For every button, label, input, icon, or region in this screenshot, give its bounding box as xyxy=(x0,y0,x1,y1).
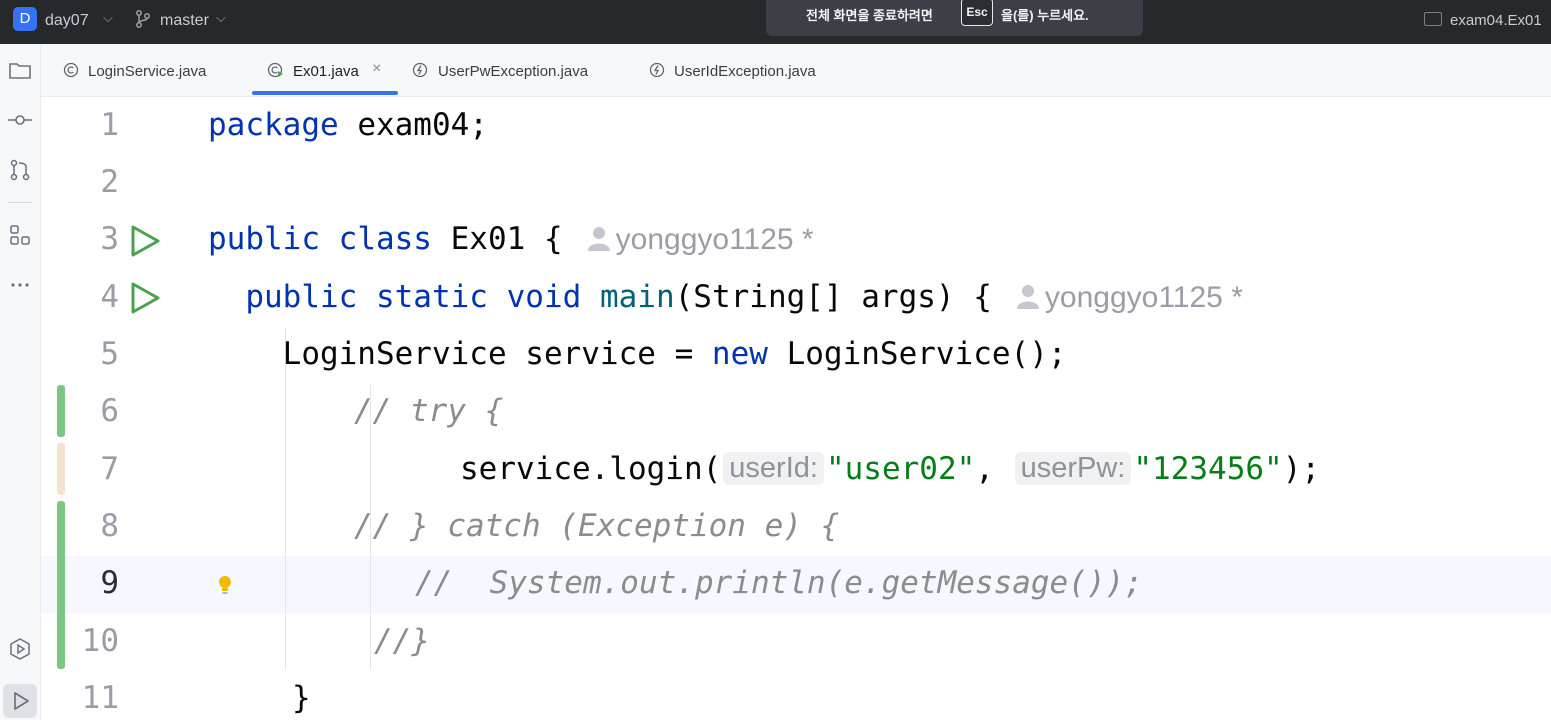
line-number: 1 xyxy=(100,107,119,143)
tab-user-pw-exception[interactable]: UserPwException.java xyxy=(412,44,622,96)
tab-login-service[interactable]: LoginService.java xyxy=(61,44,241,96)
run-icon[interactable] xyxy=(7,688,33,714)
line-number: 5 xyxy=(100,336,119,372)
class-icon xyxy=(63,62,79,78)
code-line-9: // System.out.println(e.getMessage()); xyxy=(415,565,1143,601)
vcs-modified-marker[interactable] xyxy=(57,443,65,495)
code-line-3: public class Ex01 { yonggyo1125 * xyxy=(208,221,814,257)
title-bar: D day07 ⌵ master ⌵ 전체 화면을 종료하려면 Esc 을(를)… xyxy=(0,0,1551,44)
project-chevron-down-icon[interactable]: ⌵ xyxy=(103,10,113,26)
line-number: 2 xyxy=(100,164,119,200)
code-line-1: package exam04; xyxy=(208,107,488,143)
line-number-current: 9 xyxy=(100,565,119,601)
project-name[interactable]: day07 xyxy=(45,12,89,30)
exception-class-icon xyxy=(649,62,665,78)
code-line-6: // try { xyxy=(354,393,504,429)
code-line-5: LoginService service = new LoginService(… xyxy=(282,336,1067,372)
code-line-11: } xyxy=(292,680,311,716)
code-line-10: //} xyxy=(374,623,430,659)
tab-label: Ex01.java xyxy=(293,63,359,80)
tab-label: UserPwException.java xyxy=(438,63,589,80)
vcs-added-marker[interactable] xyxy=(57,385,65,437)
tab-label: LoginService.java xyxy=(88,63,207,80)
line-number: 8 xyxy=(100,508,119,544)
vcs-added-marker[interactable] xyxy=(57,501,65,669)
close-icon[interactable]: × xyxy=(372,60,381,78)
line-number: 6 xyxy=(100,393,119,429)
person-icon xyxy=(1016,285,1039,309)
project-folder-icon[interactable] xyxy=(7,57,33,83)
line-number: 11 xyxy=(81,680,119,716)
git-branch-name[interactable]: master xyxy=(160,12,209,30)
esc-key-label: Esc xyxy=(961,0,993,26)
commit-icon[interactable] xyxy=(7,107,33,133)
tool-window-strip xyxy=(0,44,41,720)
editor-tab-bar: LoginService.java Ex01.java × UserPwExce… xyxy=(41,44,1551,97)
structure-icon[interactable] xyxy=(7,222,33,248)
git-branch-icon xyxy=(136,10,150,28)
parameter-hint-userpw: userPw: xyxy=(1014,452,1132,485)
tab-ex01[interactable]: Ex01.java × xyxy=(265,44,401,96)
run-config-icon xyxy=(1424,12,1442,26)
tab-user-id-exception[interactable]: UserIdException.java xyxy=(649,44,859,96)
runnable-class-icon xyxy=(267,62,283,78)
run-main-gutter-icon[interactable] xyxy=(127,280,163,316)
fullscreen-tip-suffix: 을(를) 누르세요. xyxy=(1001,8,1089,23)
project-badge[interactable]: D xyxy=(13,7,37,31)
author-inlay-hint[interactable]: yonggyo1125 * xyxy=(992,281,1243,314)
parameter-hint-userid: userId: xyxy=(723,452,824,485)
author-inlay-hint[interactable]: yonggyo1125 * xyxy=(563,223,814,256)
lightbulb-icon[interactable] xyxy=(217,575,233,597)
person-icon xyxy=(587,227,610,251)
pull-requests-icon[interactable] xyxy=(7,157,33,183)
run-configuration-selector[interactable]: exam04.Ex01 xyxy=(1450,12,1542,29)
services-icon[interactable] xyxy=(7,636,33,662)
code-editor[interactable]: 1 2 3 4 5 6 7 8 9 10 11 package exam04; … xyxy=(41,97,1551,720)
line-number: 7 xyxy=(100,451,119,487)
code-line-8: // } catch (Exception e) { xyxy=(354,508,840,544)
run-class-gutter-icon[interactable] xyxy=(127,223,163,259)
fullscreen-exit-tooltip: 전체 화면을 종료하려면 Esc 을(를) 누르세요. xyxy=(766,0,1143,36)
tab-label: UserIdException.java xyxy=(674,63,816,80)
more-tools-icon[interactable] xyxy=(7,272,33,298)
line-number: 10 xyxy=(81,623,119,659)
fullscreen-tip-text: 전체 화면을 종료하려면 xyxy=(806,8,933,23)
exception-class-icon xyxy=(412,62,428,78)
line-number: 3 xyxy=(100,221,119,257)
branch-chevron-down-icon[interactable]: ⌵ xyxy=(216,10,226,26)
line-number: 4 xyxy=(100,279,119,315)
active-tab-indicator xyxy=(252,91,398,95)
code-line-7: service.login(userId: "user02", userPw: "1… xyxy=(460,451,1321,487)
toolstrip-divider xyxy=(8,202,32,203)
indent-guide xyxy=(285,327,286,670)
code-line-4: public static void main(String[] args) {… xyxy=(245,279,1243,315)
